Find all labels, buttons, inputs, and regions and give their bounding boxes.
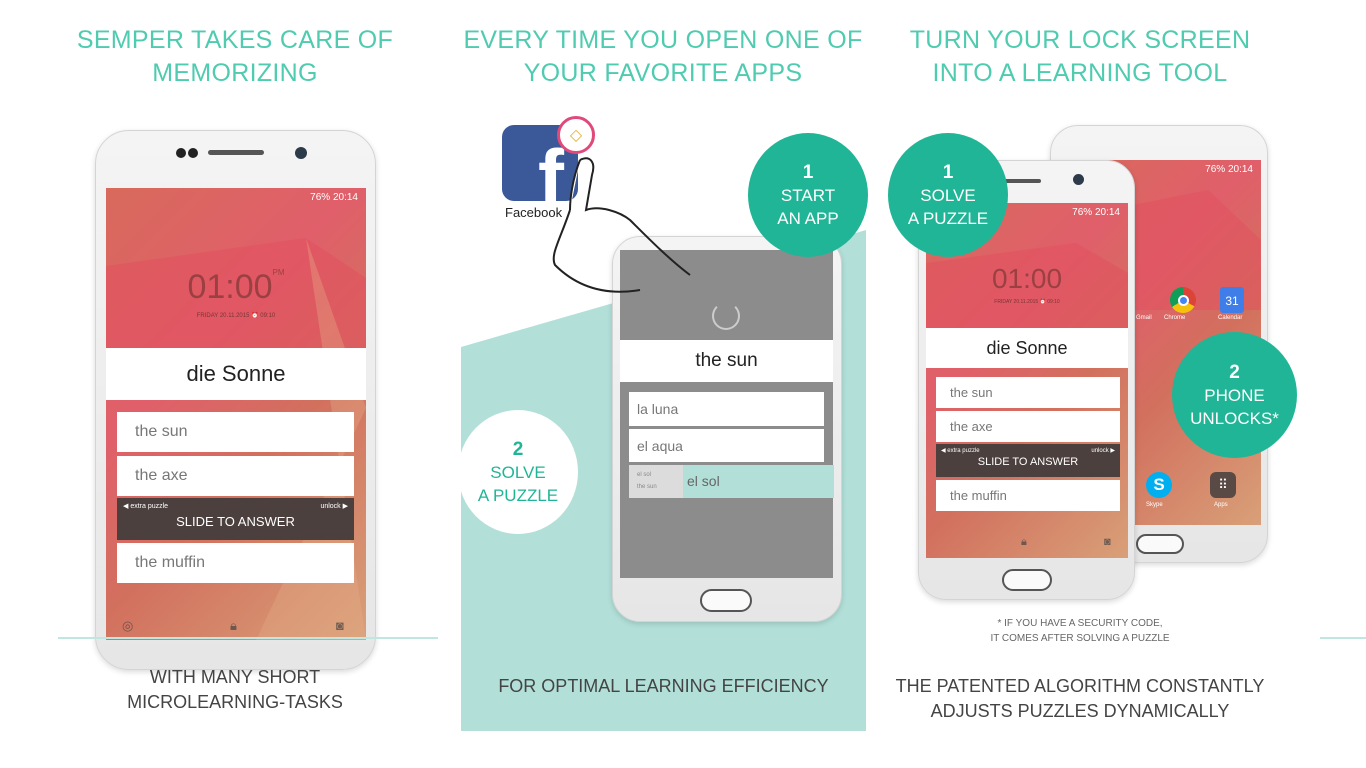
speaker [208,150,264,155]
slide-to-answer[interactable]: ◀ extra puzzle unlock ▶ SLIDE TO ANSWER [936,444,1120,477]
hand-pointer-icon [552,157,691,293]
camera-icon[interactable]: ◙ [1104,536,1111,548]
app-label: Chrome [1164,315,1186,321]
step-number: 1 [802,161,814,183]
loading-spinner-icon [712,302,740,330]
title-line: MEMORIZING [152,59,318,87]
caption-line: ADJUSTS PUZZLES DYNAMICALLY [930,701,1230,721]
clock: 01:00PM [106,268,366,307]
title-line: INTO A LEARNING TOOL [932,59,1228,87]
panel1-caption: WITH MANY SHORT MICROLEARNING-TASKS [40,665,430,715]
step-phone-unlocks: 2 PHONE UNLOCKS* [1172,332,1297,458]
hint: el sol [637,472,652,478]
answer-option[interactable]: la luna [629,392,824,426]
step-number: 1 [942,161,954,183]
step-text: SOLVE [920,185,976,205]
question-card: die Sonne [106,348,366,400]
caption-line: THE PATENTED ALGORITHM CONSTANTLY [895,676,1265,696]
extra-puzzle-label: ◀ extra puzzle [123,503,169,510]
step-text: PHONE [1204,385,1265,405]
status-bar: 76% 20:14 [1072,207,1120,218]
panel2-title: EVERY TIME YOU OPEN ONE OF YOUR FAVORITE… [460,24,866,90]
answer-option[interactable]: the sun [117,412,354,452]
lock-icon[interactable]: 🔒︎ [230,618,237,634]
title-line: YOUR FAVORITE APPS [523,59,803,87]
security-footnote: * IF YOU HAVE A SECURITY CODE, IT COMES … [880,616,1280,646]
clock-time: 01:00 [187,268,273,306]
status-bar: 76% 20:14 [310,192,358,203]
chrome-icon[interactable] [1170,287,1196,313]
unlock-label: unlock ▶ [1091,448,1115,454]
title-line: TURN YOUR LOCK SCREEN [909,26,1251,54]
caption-line: WITH MANY SHORT [149,667,321,687]
answer-option[interactable]: the sun [936,377,1120,408]
step-number: 2 [512,438,524,460]
home-button[interactable] [700,589,752,612]
slide-label: SLIDE TO ANSWER [176,514,295,529]
step-text: UNLOCKS* [1190,408,1279,428]
step-text: A PUZZLE [907,208,989,228]
home-button[interactable] [1136,534,1184,554]
answer-option-selected[interactable]: el sol the sun el sol [629,465,834,498]
app-label: Calendar [1218,315,1243,321]
clock-ampm: PM [272,268,285,277]
hint: the sun [637,484,657,490]
footnote-line: IT COMES AFTER SOLVING A PUZZLE [990,633,1170,644]
answer-option[interactable]: the axe [936,411,1120,442]
calendar-icon[interactable]: 31 [1220,287,1244,313]
clock-date: FRIDAY 20.11.2015 ⏰ 09:10 [196,313,276,319]
panel3-caption: THE PATENTED ALGORITHM CONSTANTLY ADJUST… [880,674,1280,724]
question-card: die Sonne [926,328,1128,368]
question-card: the sun [620,340,833,382]
step-text: SOLVE [490,462,546,482]
skype-icon[interactable]: S [1146,472,1172,498]
label: unlock [320,503,341,510]
footnote-line: * IF YOU HAVE A SECURITY CODE, [997,618,1163,629]
title-line: SEMPER TAKES CARE OF [76,26,394,54]
clock-time: 01:00 [991,263,1063,294]
home-button[interactable] [1002,569,1052,591]
caption-line: MICROLEARNING-TASKS [127,692,343,712]
panel2-caption: FOR OPTIMAL LEARNING EFFICIENCY [498,676,829,696]
app-label: Gmail [1136,315,1152,321]
label: unlock [1091,448,1109,454]
answer-option[interactable]: the axe [117,456,354,496]
status-bar: 76% 20:14 [1205,164,1253,175]
step-text: START [780,185,836,205]
camera-icon[interactable]: ◙ [336,618,344,633]
label: extra puzzle [130,503,169,510]
step-solve-puzzle: 1 SOLVE A PUZZLE [888,133,1008,257]
app-label: Apps [1214,502,1228,508]
slide-to-answer[interactable]: ◀ extra puzzle unlock ▶ SLIDE TO ANSWER [117,498,354,540]
app-label: Skype [1146,502,1163,508]
camera-icon [295,147,307,159]
extra-puzzle-label: ◀ extra puzzle [941,448,980,454]
step-solve-puzzle: 2 SOLVE A PUZZLE [458,410,578,534]
answer-option[interactable]: el aqua [629,429,824,462]
step-text: AN APP [777,208,839,228]
label: extra puzzle [947,448,980,454]
camera-icon [1073,174,1084,185]
divider [1320,637,1366,639]
unlock-label: unlock ▶ [320,503,348,510]
lock-icon[interactable]: 🔒︎ [1021,536,1027,549]
answer-option[interactable]: the muffin [117,543,354,583]
divider [58,637,438,639]
answer-hint: el sol the sun [629,465,683,498]
answer-option[interactable]: the muffin [936,480,1120,511]
sensor-icon [176,148,186,158]
clock-date: FRIDAY 20.11.2015 ⏰ 09:10 [994,299,1060,305]
step-text: A PUZZLE [477,485,559,505]
answer-label: el sol [683,465,834,498]
step-start-app: 1 START AN APP [748,133,868,257]
phone-icon[interactable]: ◎ [122,618,133,634]
panel1-title: SEMPER TAKES CARE OF MEMORIZING [40,24,430,90]
semper-badge-icon: ◇ [557,116,595,154]
slide-label: SLIDE TO ANSWER [977,456,1079,468]
apps-grid-icon[interactable]: ⠿ [1210,472,1236,498]
step-number: 2 [1229,361,1240,383]
panel3-title: TURN YOUR LOCK SCREEN INTO A LEARNING TO… [880,24,1280,90]
title-line: EVERY TIME YOU OPEN ONE OF [463,26,863,54]
